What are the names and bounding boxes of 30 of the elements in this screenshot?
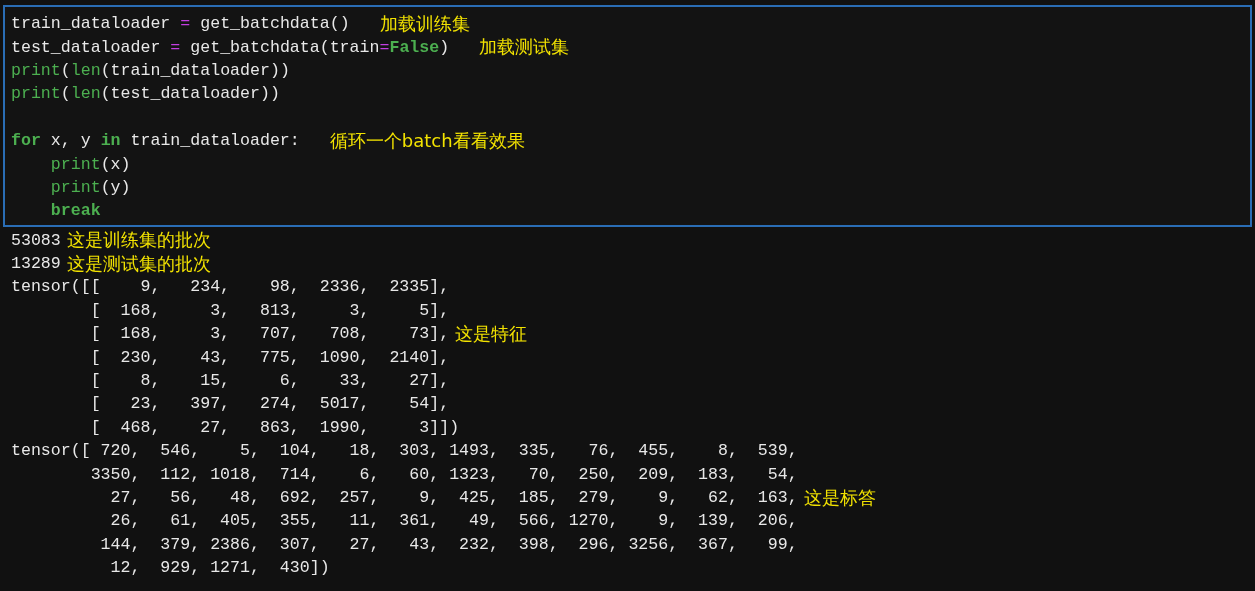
output-line: [ 23, 397, 274, 5017, 54], bbox=[89, 394, 450, 414]
output-line: 3350, 112, 1018, 714, 6, 60, 1323, 70, 250, 209, 183, 54, bbox=[89, 464, 798, 484]
annotation: 这是测试集的批次 bbox=[66, 251, 211, 276]
code-line: print(y) bbox=[50, 177, 131, 197]
output-line: 144, 379, 2386, 307, 27, 43, 232, 398, 296, 3256, 367, 99, bbox=[99, 534, 798, 554]
output-line: tensor([ 720, 546, 5, 104, 18, 303, 1493, 335, 76, 455, 8, 539, bbox=[11, 441, 798, 461]
code-line: print(x) bbox=[50, 154, 131, 174]
annotation: 循环一个batch看看效果 bbox=[329, 128, 525, 153]
output-line: 27, 56, 48, 692, 257, 9, 425, 185, 279, 9, 62, 163, bbox=[109, 488, 798, 507]
code-line: print(len(test_dataloader)) bbox=[11, 84, 280, 104]
annotation: 加载测试集 bbox=[479, 35, 570, 60]
code-line: break bbox=[50, 201, 101, 221]
annotation: 这是标答 bbox=[803, 485, 876, 510]
annotation: 这是训练集的批次 bbox=[66, 228, 211, 253]
output-line: tensor([[ 9, 234, 98, 2336, 2335], bbox=[11, 277, 450, 297]
output-line: 53083 bbox=[11, 230, 61, 250]
output-line: 26, 61, 405, 355, 11, 361, 49, 566, 1270, 9, 139, 206, bbox=[109, 511, 798, 531]
output-line: [ 230, 43, 775, 1090, 2140], bbox=[89, 347, 450, 367]
annotation: 这是特征 bbox=[455, 321, 528, 346]
code-line: print(len(train_dataloader)) bbox=[11, 60, 290, 80]
output-line: [ 468, 27, 863, 1990, 3]]) bbox=[89, 417, 460, 437]
code-line: test_dataloader = get_batchdata(train=False) bbox=[11, 37, 450, 57]
output-line: 13289 bbox=[11, 254, 61, 274]
output-line: 12, 929, 1271, 430]) bbox=[109, 558, 330, 578]
annotation: 加载训练集 bbox=[379, 11, 470, 36]
code-line: for x, y in train_dataloader: bbox=[11, 131, 300, 151]
output-line: [ 168, 3, 813, 3, 5], bbox=[89, 300, 450, 320]
output-line: [ 8, 15, 6, 33, 27], bbox=[89, 371, 450, 391]
code-line: train_dataloader = get_batchdata() bbox=[11, 14, 350, 34]
output-line: [ 168, 3, 707, 708, 73], bbox=[89, 324, 450, 344]
